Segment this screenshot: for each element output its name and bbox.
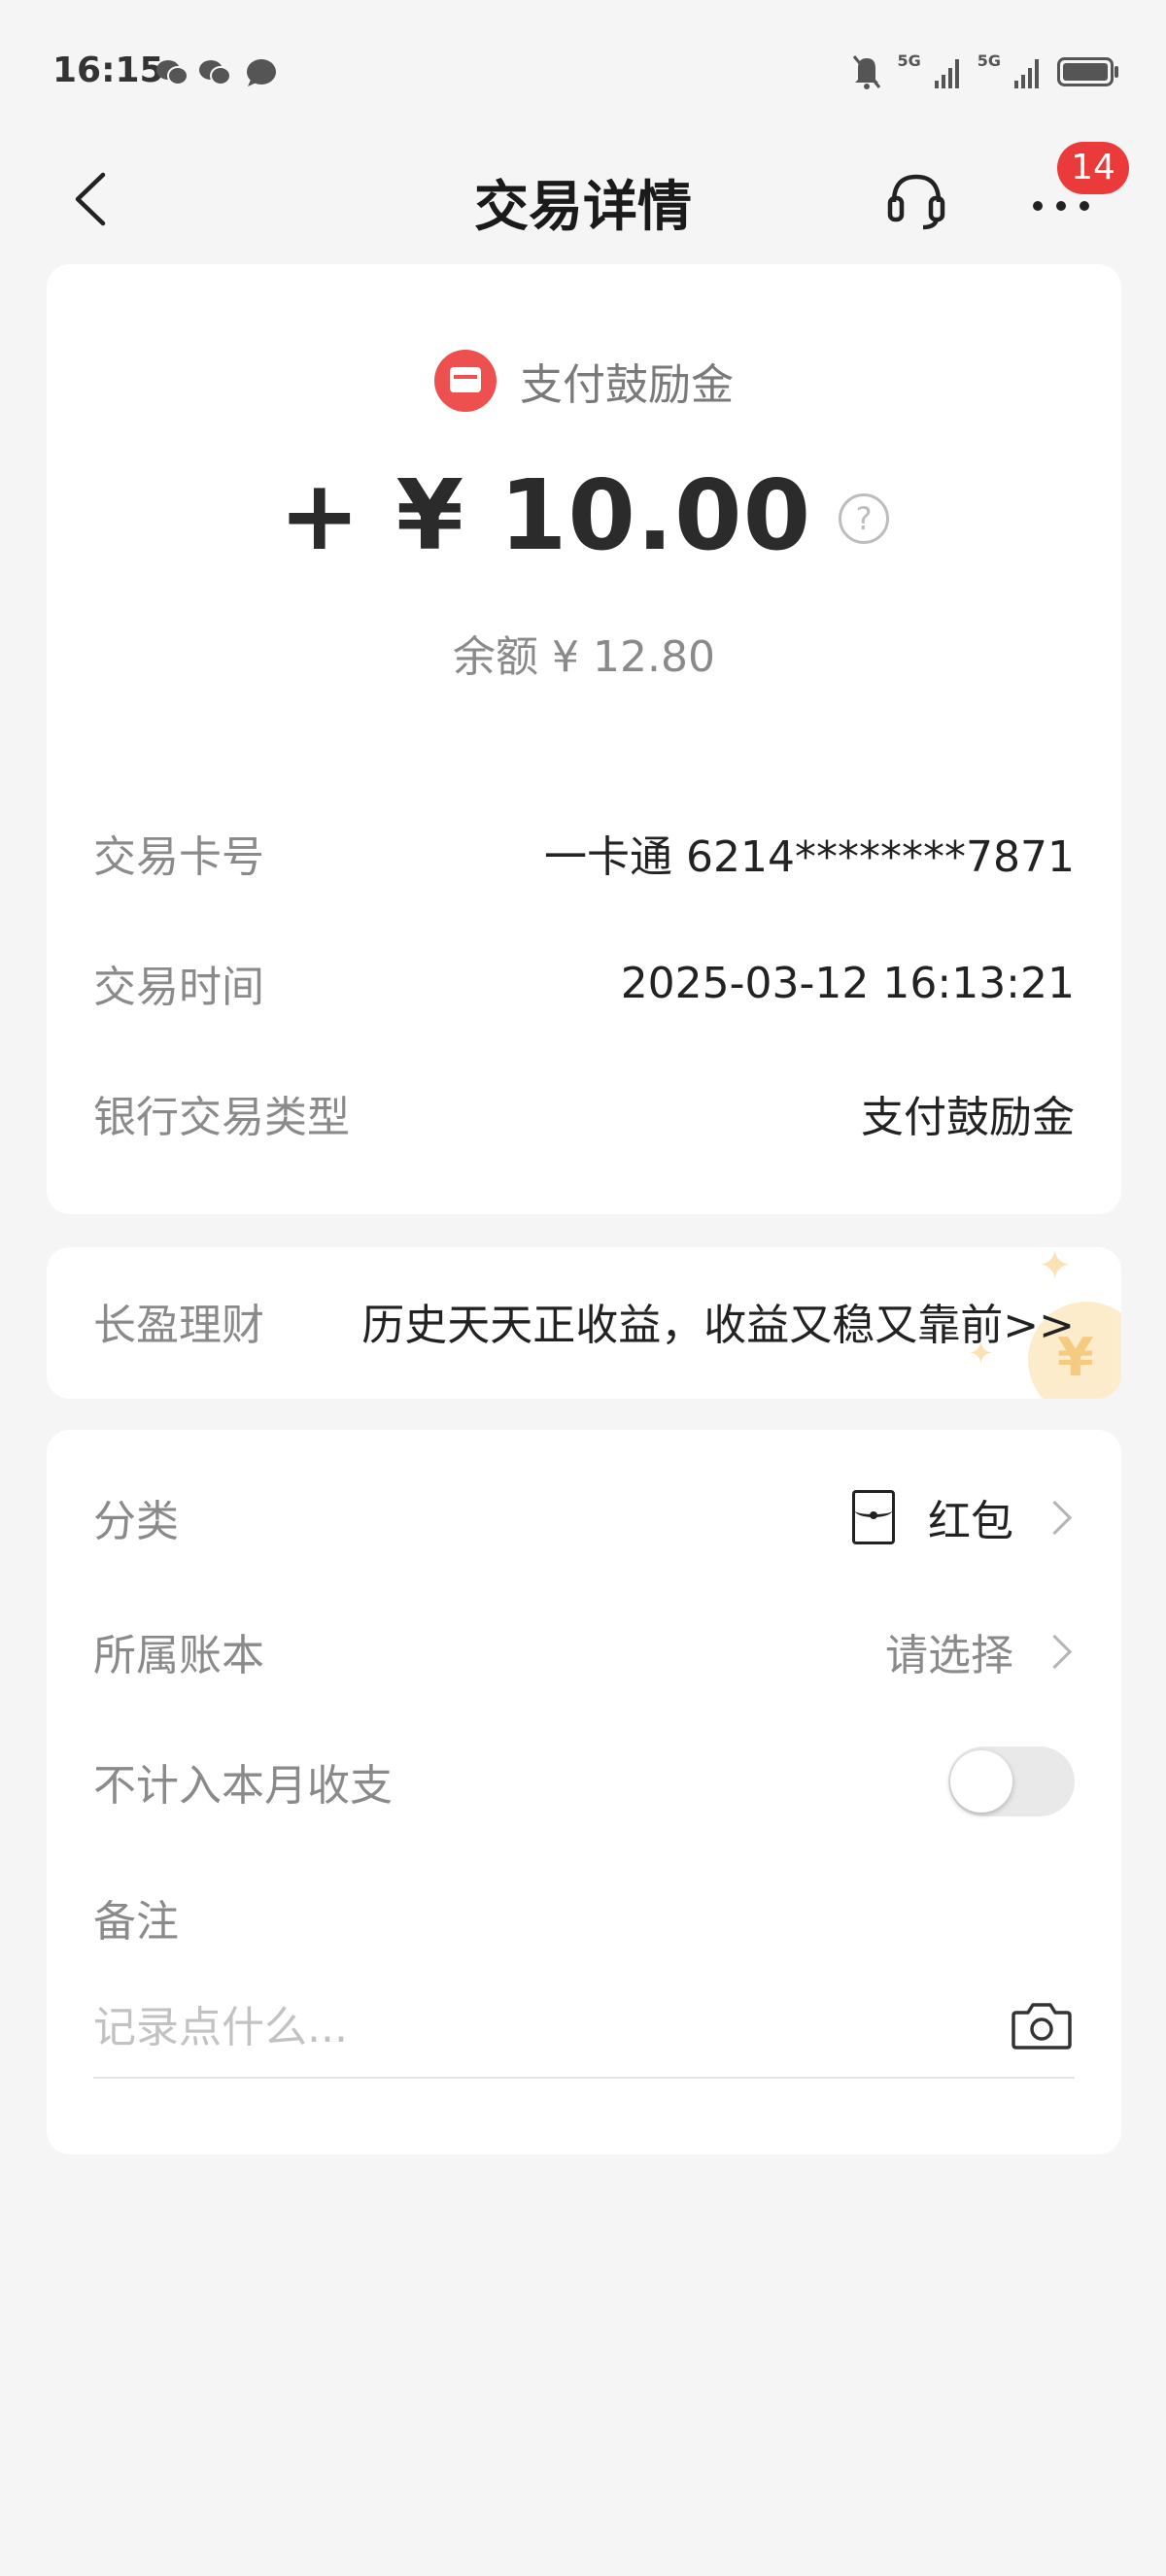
signal-icon xyxy=(1014,59,1039,88)
transaction-type-label: 支付鼓励金 xyxy=(520,360,734,410)
exclude-row: 不计入本月收支 xyxy=(93,1746,1075,1816)
status-bar: 16:15 5G 5G xyxy=(0,0,1166,146)
note-label-row: 备注 xyxy=(93,1886,1075,1949)
red-packet-icon xyxy=(852,1490,895,1544)
detail-row-card-number: 交易卡号 一卡通 6214********7871 xyxy=(93,822,1075,884)
wallet-card-icon xyxy=(434,350,497,412)
detail-value: 一卡通 6214********7871 xyxy=(544,832,1075,882)
category-label: 分类 xyxy=(93,1497,179,1546)
message-icon xyxy=(247,59,276,86)
detail-value: 2025-03-12 16:13:21 xyxy=(620,958,1075,1008)
chevron-right-icon xyxy=(1037,1634,1073,1669)
exclude-toggle[interactable] xyxy=(948,1746,1075,1816)
status-indicators: 5G 5G xyxy=(850,51,1119,93)
detail-value: 支付鼓励金 xyxy=(861,1093,1075,1142)
detail-label: 银行交易类型 xyxy=(93,1093,350,1142)
wechat-icon xyxy=(199,60,231,85)
detail-row-bank-type: 银行交易类型 支付鼓励金 xyxy=(93,1082,1075,1144)
exclude-label: 不计入本月收支 xyxy=(93,1761,393,1811)
category-value-wrap: 红包 xyxy=(852,1486,1075,1548)
amount-row: + ¥ 10.00 ? xyxy=(47,458,1121,572)
signal-icon xyxy=(934,59,959,88)
promo-content: 长盈理财 历史天天正收益，收益又稳又靠前>> xyxy=(93,1290,1075,1352)
category-value: 红包 xyxy=(928,1497,1013,1546)
note-field xyxy=(93,1993,1075,2079)
detail-label: 交易时间 xyxy=(93,963,264,1012)
transaction-amount: + ¥ 10.00 xyxy=(278,458,812,572)
ledger-value: 请选择 xyxy=(885,1631,1013,1680)
battery-icon xyxy=(1057,57,1118,86)
detail-label: 交易卡号 xyxy=(93,832,264,882)
network-type-1: 5G xyxy=(897,51,921,70)
ledger-value-wrap: 请选择 xyxy=(885,1620,1075,1682)
category-row[interactable]: 分类 红包 xyxy=(93,1486,1075,1548)
detail-row-time: 交易时间 2025-03-12 16:13:21 xyxy=(93,952,1075,1014)
ledger-row[interactable]: 所属账本 请选择 xyxy=(93,1620,1075,1682)
note-input[interactable] xyxy=(93,1993,968,2061)
status-time: 16:15 xyxy=(52,51,164,90)
nav-header: 交易详情 14 xyxy=(0,142,1166,253)
transaction-card: 支付鼓励金 + ¥ 10.00 ? 余额 ¥ 12.80 交易卡号 一卡通 62… xyxy=(47,264,1121,1214)
notification-badge: 14 xyxy=(1057,142,1129,194)
page-title: 交易详情 xyxy=(474,176,692,239)
camera-icon[interactable] xyxy=(1011,1999,1073,2051)
promo-banner[interactable]: ¥ ✦ ✦ 长盈理财 历史天天正收益，收益又稳又靠前>> xyxy=(47,1247,1121,1399)
balance-text: 余额 ¥ 12.80 xyxy=(453,632,715,682)
network-type-2: 5G xyxy=(977,51,1001,70)
transaction-type: 支付鼓励金 xyxy=(47,350,1121,412)
help-question-icon[interactable]: ? xyxy=(839,492,890,544)
toggle-knob xyxy=(950,1750,1012,1813)
ledger-label: 所属账本 xyxy=(93,1631,264,1680)
customer-service-headset-icon[interactable] xyxy=(884,167,948,231)
wechat-icon xyxy=(156,60,189,85)
promo-link-text[interactable]: 历史天天正收益，收益又稳又靠前>> xyxy=(361,1290,1075,1352)
chevron-right-icon xyxy=(1037,1500,1073,1535)
mute-bell-icon xyxy=(853,55,881,89)
promo-label: 长盈理财 xyxy=(93,1301,264,1350)
note-label: 备注 xyxy=(93,1897,179,1947)
sparkle-icon: ✦ xyxy=(1038,1247,1073,1289)
settings-card: 分类 红包 所属账本 请选择 不计入本月收支 备注 xyxy=(47,1430,1121,2154)
